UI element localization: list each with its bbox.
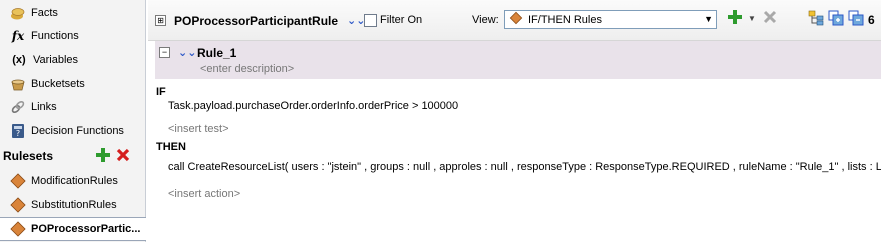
variables-icon: (x) [12,54,26,66]
add-ruleset-icon[interactable] [96,148,110,165]
delete-ruleset-icon[interactable] [116,148,130,165]
chevron-down-icon[interactable]: ⌄⌄ [178,46,196,59]
ruleset-label: POProcessorPartic... [31,223,141,235]
sidebar-item-functions[interactable]: fx Functions [0,25,146,47]
tree-structure-icon[interactable] [808,10,824,29]
sidebar-item-label: Decision Functions [31,125,124,137]
ruleset-item-poprocessor[interactable]: POProcessorPartic... [0,217,146,241]
rulesets-header: Rulesets [0,145,146,167]
ruleset-title: POProcessorParticipantRule [174,14,339,28]
sidebar-item-bucketsets[interactable]: Bucketsets [0,73,146,95]
ruleset-label: ModificationRules [31,175,118,187]
toolbar-actions: 6 [808,10,875,29]
duplicate-rule-icon[interactable] [848,10,864,29]
rule-header: − ⌄⌄ Rule_1 <enter description> [155,41,881,79]
sidebar-item-label: Bucketsets [31,78,85,90]
decision-function-icon: ? [10,123,26,139]
sidebar: Facts fx Functions (x) Variables Buckets… [0,0,146,242]
add-rule-icon[interactable] [727,9,743,28]
sidebar-item-label: Variables [33,54,79,66]
sidebar-item-links[interactable]: Links [0,96,146,118]
collapse-rule-toggle[interactable]: − [159,47,170,58]
ruleset-label: SubstitutionRules [31,199,117,211]
delete-rule-icon[interactable] [762,9,778,28]
insert-action-link[interactable]: <insert action> [168,188,240,200]
bucketsets-icon [10,76,26,92]
sidebar-item-label: Functions [31,30,79,42]
sidebar-item-facts[interactable]: Facts [0,2,146,24]
insert-test-link[interactable]: <insert test> [168,123,229,135]
rule-action[interactable]: call CreateResourceList( users : "jstein… [168,161,881,173]
copy-rule-icon[interactable] [828,10,844,29]
rulesets-title: Rulesets [3,149,54,163]
ruleset-icon [10,197,26,213]
if-keyword: IF [156,86,166,98]
sidebar-item-label: Facts [31,7,58,19]
view-select[interactable]: IF/THEN Rules ▼ [504,10,717,29]
ruleset-icon [10,173,26,189]
rule-condition[interactable]: Task.payload.purchaseOrder.orderInfo.ord… [168,100,458,112]
chevron-down-icon: ▼ [704,14,713,24]
then-keyword: THEN [156,141,186,153]
links-icon [10,99,26,115]
ruleset-toolbar: ⊞ POProcessorParticipantRule ⌄⌄ Filter O… [148,0,881,41]
rule-description-field[interactable]: <enter description> [200,63,294,75]
view-select-value: IF/THEN Rules [528,13,602,26]
ruleset-icon [509,11,523,28]
filter-checkbox[interactable] [364,14,377,27]
facts-icon [10,5,26,21]
filter-label: Filter On [380,14,423,26]
sidebar-item-decision-functions[interactable]: ? Decision Functions [0,120,146,142]
rule-name: Rule_1 [197,46,237,60]
svg-text:?: ? [16,129,20,138]
function-icon: fx [11,29,25,43]
rules-editor: ⊞ POProcessorParticipantRule ⌄⌄ Filter O… [148,0,881,242]
ruleset-item-substitution[interactable]: SubstitutionRules [0,194,146,216]
expand-toggle[interactable]: ⊞ [155,15,166,26]
ruleset-icon [10,221,26,237]
truncated-toolbar-text: 6 [868,12,875,27]
view-label: View: [472,14,499,26]
sidebar-item-variables[interactable]: (x) Variables [0,49,146,71]
add-rule-dropdown-icon[interactable]: ▼ [748,14,756,23]
ruleset-item-modification[interactable]: ModificationRules [0,170,146,192]
sidebar-item-label: Links [31,101,57,113]
chevron-down-icon[interactable]: ⌄⌄ [347,14,365,27]
